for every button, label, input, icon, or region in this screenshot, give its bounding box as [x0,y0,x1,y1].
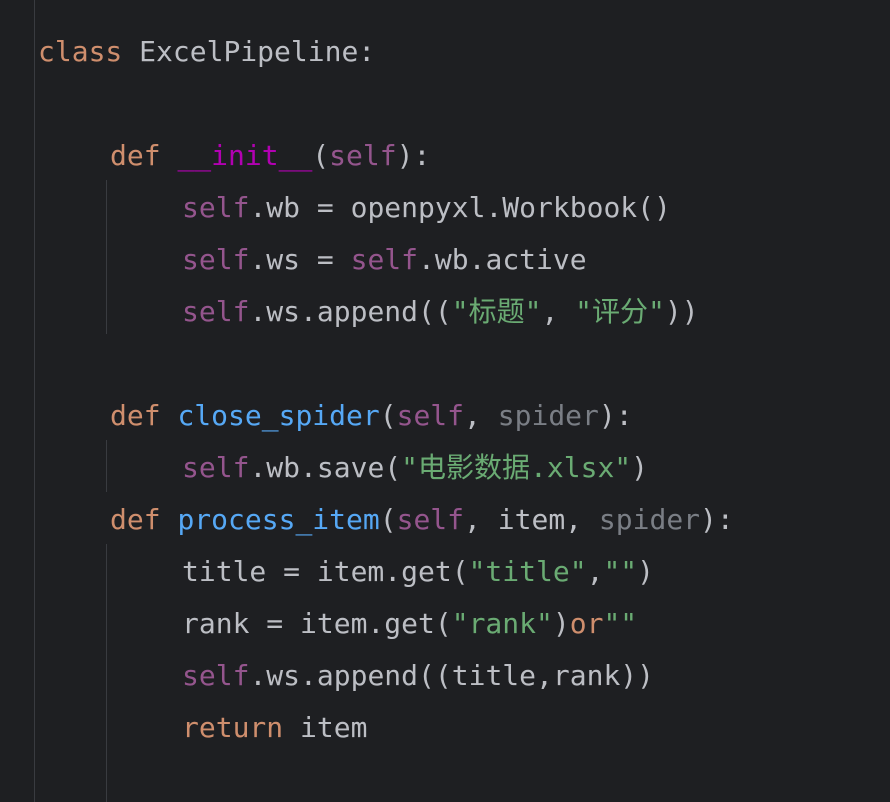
code-token: process_item [177,503,380,536]
code-token: ) [631,451,649,484]
code-line[interactable]: self.wb.save("电影数据.xlsx") [182,442,648,494]
code-token: , [464,399,498,432]
code-token: spider [598,503,701,536]
code-line[interactable]: self.ws = self.wb.active [182,234,587,286]
code-token: self [182,451,250,484]
indent-guide-process-item [106,544,107,802]
code-line[interactable]: class ExcelPipeline: [38,26,375,78]
code-token: rank = item.get( [182,607,452,640]
code-token: close_spider [177,399,380,432]
code-token: "rank" [451,607,553,640]
code-token: item [283,711,368,744]
code-token: , [586,555,604,588]
code-token: .wb.save( [249,451,402,484]
code-token: __init__ [177,139,313,172]
code-token: ( [379,503,397,536]
code-token: "" [603,607,638,640]
code-token: ( [379,399,397,432]
code-token: ): [598,399,633,432]
indent-guide-class [34,0,35,802]
code-token: self [182,659,250,692]
code-token: ExcelPipeline: [122,35,376,68]
code-token: def [110,399,161,432]
code-token: "" [603,555,638,588]
code-line[interactable]: self.ws.append((title,rank)) [182,650,654,702]
code-token: ( [312,139,330,172]
code-line[interactable]: def __init__(self): [110,130,430,182]
code-token: self [396,399,465,432]
code-token: "标题" [451,295,542,328]
code-token: def [110,139,161,172]
code-token: or [569,607,604,640]
code-token: )) [664,295,699,328]
code-token: ) [552,607,570,640]
code-token: .wb.active [418,243,587,276]
code-line[interactable]: rank = item.get("rank")or"" [182,598,637,650]
indent-guide-close-spider [106,440,107,492]
code-token: class [38,35,123,68]
code-token: self [182,191,250,224]
code-token: "评分" [575,295,665,328]
code-token: ) [637,555,655,588]
code-token: return [182,711,284,744]
code-token: self [182,295,250,328]
code-editor[interactable]: class ExcelPipeline: def __init__(self): s… [0,0,890,802]
code-token: "电影数据.xlsx" [401,451,632,484]
code-line[interactable]: def process_item(self, item, spider): [110,494,734,546]
code-token: self [182,243,250,276]
code-token: , [541,295,576,328]
code-token: .ws = [249,243,351,276]
code-token: "title" [468,555,587,588]
code-token: title = item.get( [182,555,469,588]
code-line[interactable]: title = item.get("title","") [182,546,654,598]
code-token: spider [497,399,599,432]
code-token: .ws.append((title,rank)) [249,659,655,692]
indent-guide-init [106,180,107,334]
code-line[interactable]: self.ws.append(("标题", "评分")) [182,286,699,338]
code-line[interactable]: return item [182,702,367,754]
code-token: self [350,243,419,276]
code-line[interactable]: self.wb = openpyxl.Workbook() [182,182,671,234]
code-token: ): [396,139,431,172]
code-token: ): [700,503,734,536]
code-token: self [396,503,465,536]
code-token: def [110,503,161,536]
code-token: .ws.append(( [249,295,452,328]
code-token: , item, [464,503,599,536]
code-line[interactable]: def close_spider(self, spider): [110,390,633,442]
code-token: self [329,139,397,172]
code-token: .wb = openpyxl.Workbook() [249,191,671,224]
